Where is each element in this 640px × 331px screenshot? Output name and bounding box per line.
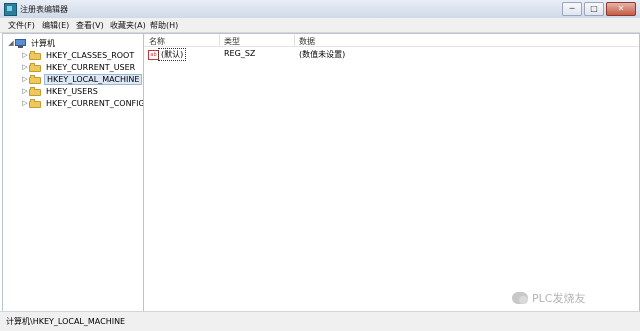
header-separator (144, 46, 639, 47)
folder-icon (29, 98, 41, 108)
tree-pane[interactable]: ◢ 计算机 ▷ HKEY_CLASSES_ROOT ▷ HKEY_CURRENT… (2, 33, 147, 312)
collapsed-arrow-icon[interactable]: ▷ (21, 75, 29, 83)
tree-item-label[interactable]: HKEY_USERS (44, 87, 100, 96)
status-path: 计算机\HKEY_LOCAL_MACHINE (6, 317, 126, 326)
window-controls: ─ □ ✕ (562, 2, 636, 16)
minimize-button[interactable]: ─ (562, 2, 582, 16)
menu-view[interactable]: 查看(V) (76, 20, 104, 31)
collapsed-arrow-icon[interactable]: ▷ (21, 99, 29, 107)
computer-icon (15, 38, 26, 48)
tree-item-label-selected[interactable]: HKEY_LOCAL_MACHINE (44, 73, 143, 85)
menu-edit[interactable]: 编辑(E) (42, 20, 69, 31)
value-data-cell: (数值未设置) (299, 50, 346, 59)
folder-icon (29, 86, 41, 96)
status-bar: 计算机\HKEY_LOCAL_MACHINE (0, 311, 640, 331)
tree-item-label[interactable]: HKEY_CURRENT_CONFIG (44, 99, 147, 108)
tree-item-hkey-current-config[interactable]: ▷ HKEY_CURRENT_CONFIG (21, 97, 147, 109)
menu-file[interactable]: 文件(F) (8, 20, 35, 31)
registry-editor-icon (4, 3, 17, 16)
tree-item-hkey-users[interactable]: ▷ HKEY_USERS (21, 85, 100, 97)
tree-item-hkey-local-machine[interactable]: ▷ HKEY_LOCAL_MACHINE (21, 73, 143, 85)
folder-icon (29, 62, 41, 72)
chat-bubble-icon (512, 292, 528, 304)
value-type-cell: REG_SZ (224, 49, 256, 58)
values-pane[interactable]: 名称 类型 数据 ab (默认) REG_SZ (数值未设置) (143, 33, 640, 312)
collapsed-arrow-icon[interactable]: ▷ (21, 87, 29, 95)
tree-item-hkey-classes-root[interactable]: ▷ HKEY_CLASSES_ROOT (21, 49, 136, 61)
maximize-button[interactable]: □ (584, 2, 604, 16)
collapsed-arrow-icon[interactable]: ▷ (21, 63, 29, 71)
tree-item-hkey-current-user[interactable]: ▷ HKEY_CURRENT_USER (21, 61, 137, 73)
watermark: PLC发烧友 (512, 290, 585, 306)
tree-root-row[interactable]: ◢ 计算机 (7, 37, 57, 49)
window-title: 注册表编辑器 (20, 5, 68, 14)
folder-icon (29, 50, 41, 60)
title-bar[interactable]: 注册表编辑器 ─ □ ✕ (0, 0, 640, 19)
column-divider[interactable] (294, 34, 295, 46)
watermark-text: PLC发烧友 (532, 292, 586, 305)
tree-item-label[interactable]: HKEY_CLASSES_ROOT (44, 51, 136, 60)
column-divider[interactable] (219, 34, 220, 46)
folder-icon (29, 74, 41, 84)
registry-editor-window: 注册表编辑器 ─ □ ✕ 文件(F) 编辑(E) 查看(V) 收藏夹(A) 帮助… (0, 0, 640, 331)
menu-bar: 文件(F) 编辑(E) 查看(V) 收藏夹(A) 帮助(H) (0, 18, 640, 33)
close-button[interactable]: ✕ (606, 2, 636, 16)
tree-root-label[interactable]: 计算机 (29, 38, 57, 49)
menu-help[interactable]: 帮助(H) (150, 20, 178, 31)
expanded-arrow-icon[interactable]: ◢ (7, 39, 15, 47)
value-name-cell[interactable]: (默认) (158, 48, 187, 61)
collapsed-arrow-icon[interactable]: ▷ (21, 51, 29, 59)
menu-favorites[interactable]: 收藏夹(A) (110, 20, 146, 31)
tree-item-label[interactable]: HKEY_CURRENT_USER (44, 63, 137, 72)
